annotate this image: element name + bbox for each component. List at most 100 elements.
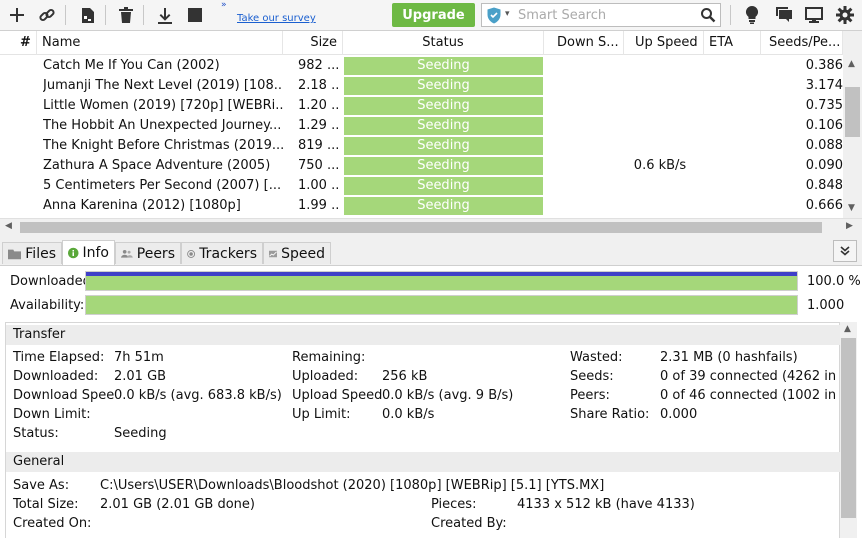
smart-search-input[interactable] — [518, 5, 693, 25]
torrent-row[interactable]: Jumanji The Next Level (2019) [108... 2.1… — [0, 76, 843, 96]
tips-button[interactable] — [740, 4, 764, 26]
col-number[interactable]: # — [0, 31, 37, 55]
torrent-up-speed — [620, 56, 700, 76]
add-url-button[interactable] — [35, 4, 59, 26]
tab-info[interactable]: Info — [62, 240, 115, 265]
search-provider-dropdown[interactable]: ▾ — [505, 9, 510, 19]
col-eta[interactable]: ETA — [704, 31, 761, 55]
torrent-size: 2.18 ... — [298, 78, 340, 93]
torrent-row[interactable]: Anna Karenina (2012) [1080p] 1.99 ... Seed… — [0, 196, 843, 216]
preferences-button[interactable] — [833, 4, 857, 26]
tab-peers[interactable]: Peers — [115, 242, 181, 264]
col-down-speed[interactable]: Down S... — [544, 31, 624, 55]
scroll-thumb[interactable] — [845, 87, 860, 137]
torrent-status: Seeding — [344, 77, 543, 95]
tab-label: Trackers — [199, 245, 257, 262]
torrent-size: 819 ... — [298, 138, 340, 153]
save-as-label: Save As: — [13, 478, 70, 493]
torrent-row[interactable]: The Knight Before Christmas (2019... 819 … — [0, 136, 843, 156]
torrent-list-hscroll[interactable]: ◀ ▶ — [0, 218, 862, 235]
torrent-up-speed — [620, 116, 700, 136]
download-icon — [158, 7, 172, 24]
torrent-up-speed — [620, 176, 700, 196]
torrent-row[interactable]: 5 Centimeters Per Second (2007) [... 1.00… — [0, 176, 843, 196]
seeds-label: Seeds: — [570, 369, 614, 384]
torrent-status: Seeding — [344, 97, 543, 115]
transfer-heading: Transfer — [6, 325, 841, 345]
downloaded-value: 2.01 GB — [114, 369, 167, 384]
torrent-seeds-peers: 0.735 — [805, 98, 843, 113]
start-button[interactable] — [153, 4, 177, 26]
tab-files[interactable]: Files — [2, 242, 62, 264]
col-seeds-peers[interactable]: Seeds/Pe... — [761, 31, 843, 55]
torrent-row[interactable]: Catch Me If You Can (2002) 982 ... Seeding… — [0, 56, 843, 76]
download-speed-value: 0.0 kB/s (avg. 683.8 kB/s) — [114, 388, 282, 403]
torrent-row[interactable]: Zathura A Space Adventure (2005) 750 ... S… — [0, 156, 843, 176]
info-panel: Downloaded: 100.0 % Availability: 1.000 … — [0, 265, 862, 538]
tab-trackers[interactable]: Trackers — [181, 242, 263, 264]
remove-button[interactable] — [114, 4, 138, 26]
availability-fill — [86, 296, 797, 314]
col-size[interactable]: Size — [283, 31, 343, 55]
chevron-double-down-icon — [840, 246, 850, 256]
status-label: Status: — [13, 426, 59, 441]
up-limit-label: Up Limit: — [292, 407, 351, 422]
torrent-size: 1.29 ... — [298, 118, 340, 133]
scroll-left-arrow[interactable]: ◀ — [5, 221, 12, 231]
scroll-up-arrow[interactable]: ▲ — [848, 59, 855, 69]
time-elapsed-value: 7h 51m — [114, 350, 164, 365]
stop-button[interactable] — [183, 4, 207, 26]
scroll-down-arrow[interactable]: ▼ — [848, 203, 855, 213]
upgrade-button[interactable]: Upgrade — [392, 3, 475, 27]
toolbar-separator — [143, 5, 144, 25]
pieces-value: 4133 x 512 kB (have 4133) — [517, 497, 695, 512]
time-elapsed-label: Time Elapsed: — [13, 350, 105, 365]
col-up-speed[interactable]: Up Speed — [624, 31, 704, 55]
torrent-list-vscroll[interactable]: ▲ ▼ — [843, 31, 862, 219]
torrent-row[interactable]: The Hobbit An Unexpected Journey... 1.29 … — [0, 116, 843, 136]
general-heading: General — [6, 452, 841, 472]
scroll-right-arrow[interactable]: ▶ — [846, 221, 853, 231]
torrent-up-speed: 0.6 kB/s — [633, 158, 687, 173]
scroll-thumb[interactable] — [20, 222, 822, 233]
peers-value: 0 of 46 connected (1002 in s — [660, 388, 841, 403]
created-by-label: Created By: — [431, 516, 507, 531]
status-value: Seeding — [114, 426, 167, 441]
details-section: Transfer Time Elapsed: 7h 51m Remaining:… — [5, 322, 841, 538]
tab-label: Files — [25, 245, 56, 262]
chat-icon — [776, 7, 792, 22]
survey-link[interactable]: Take our survey — [237, 13, 316, 24]
torrent-row[interactable]: Little Women (2019) [720p] [WEBRi... 1.20… — [0, 96, 843, 116]
chat-button[interactable] — [772, 4, 796, 26]
availability-value: 1.000 — [807, 298, 845, 313]
collapse-panel-button[interactable] — [833, 240, 857, 262]
torrent-name: Jumanji The Next Level (2019) [108... — [43, 78, 283, 93]
create-torrent-icon — [82, 7, 94, 23]
scroll-thumb[interactable] — [841, 338, 856, 518]
toolbar-more-chevron[interactable]: » — [221, 0, 227, 10]
col-status[interactable]: Status — [343, 31, 544, 55]
share-ratio-label: Share Ratio: — [570, 407, 650, 422]
torrent-name: Zathura A Space Adventure (2005) — [43, 158, 271, 173]
col-name[interactable]: Name — [37, 31, 283, 55]
add-torrent-button[interactable] — [5, 4, 29, 26]
details-vscroll[interactable]: ▲ — [840, 322, 857, 538]
folder-icon — [8, 249, 22, 259]
torrent-seeds-peers: 0.386 — [805, 58, 843, 73]
create-torrent-button[interactable] — [76, 4, 100, 26]
remote-button[interactable] — [802, 4, 826, 26]
search-icon[interactable] — [700, 7, 716, 23]
torrent-name: Little Women (2019) [720p] [WEBRi... — [43, 98, 283, 113]
speed-graph-icon — [269, 250, 278, 257]
tab-speed[interactable]: Speed — [263, 242, 331, 264]
availability-label: Availability: — [10, 298, 85, 313]
shield-icon[interactable] — [486, 7, 502, 24]
torrent-name: Anna Karenina (2012) [1080p] — [43, 198, 241, 213]
torrent-name: The Knight Before Christmas (2019... — [43, 138, 283, 153]
smart-search-box: ▾ — [481, 3, 721, 27]
share-ratio-value: 0.000 — [660, 407, 698, 422]
scroll-up-arrow[interactable]: ▲ — [844, 324, 851, 334]
torrent-list-header: # Name Size Status Down S... Up Speed ET… — [0, 31, 843, 55]
torrent-seeds-peers: 0.848 — [805, 178, 843, 193]
torrent-seeds-peers: 3.174 — [805, 78, 843, 93]
